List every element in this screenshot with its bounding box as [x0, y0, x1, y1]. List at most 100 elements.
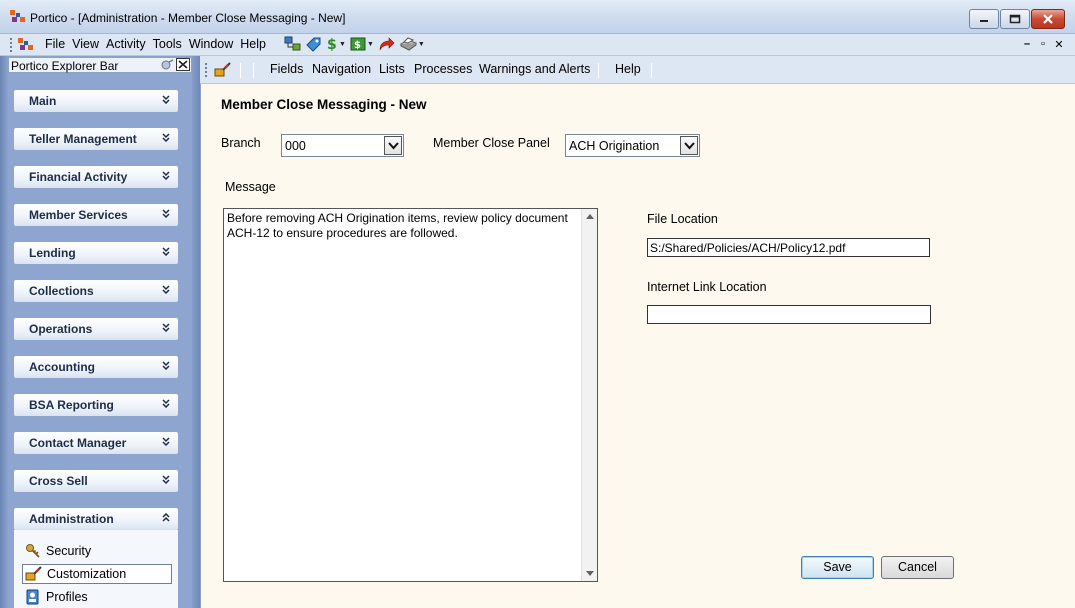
group-member-services[interactable]: Member Services: [14, 204, 178, 226]
mdi-restore-icon[interactable]: ▫: [1035, 38, 1051, 51]
cash-dropdown-icon[interactable]: ▼: [367, 41, 374, 48]
admin-item-label: Customization: [47, 567, 127, 581]
dollar-icon: $: [327, 37, 337, 52]
group-cross-sell[interactable]: Cross Sell: [14, 470, 178, 492]
admin-item-profiles[interactable]: Profiles: [22, 587, 172, 607]
chevron-double-down-icon: [162, 247, 170, 256]
chevron-double-down-icon: [162, 361, 170, 370]
redo-arrow-icon: [379, 37, 395, 51]
message-label: Message: [225, 180, 276, 194]
group-contact-manager[interactable]: Contact Manager: [14, 432, 178, 454]
workspace-toolbar: Fields Navigation Lists Processes Warnin…: [200, 56, 1075, 84]
toolbar-grip[interactable]: [205, 63, 208, 79]
portico-logo-icon: [10, 10, 25, 22]
menu-grip[interactable]: [10, 38, 13, 54]
internet-link-input[interactable]: [647, 305, 931, 324]
ws-menu-warnings-alerts[interactable]: Warnings and Alerts: [479, 62, 590, 76]
group-administration[interactable]: Administration: [14, 508, 178, 530]
group-main[interactable]: Main: [14, 90, 178, 112]
scroll-down-icon[interactable]: [586, 571, 594, 576]
branch-label: Branch: [221, 136, 261, 150]
menu-view[interactable]: View: [69, 37, 102, 52]
mdi-minimize-icon[interactable]: –: [1019, 38, 1035, 51]
menu-tools[interactable]: Tools: [150, 37, 185, 52]
pin-icon[interactable]: [160, 59, 174, 71]
member-close-panel-label: Member Close Panel: [433, 136, 550, 150]
group-lending[interactable]: Lending: [14, 242, 178, 264]
group-accounting[interactable]: Accounting: [14, 356, 178, 378]
ws-menu-processes[interactable]: Processes: [414, 62, 472, 76]
branch-value: 000: [285, 139, 306, 153]
scroll-up-icon[interactable]: [586, 214, 594, 219]
ws-menu-fields[interactable]: Fields: [270, 62, 303, 76]
chevron-double-down-icon: [162, 399, 170, 408]
admin-item-security[interactable]: Security: [22, 541, 172, 561]
close-icon: [1043, 14, 1053, 24]
menu-window[interactable]: Window: [186, 37, 236, 52]
group-label: BSA Reporting: [29, 398, 114, 412]
minimize-button[interactable]: [969, 9, 999, 29]
explorer-header: Portico Explorer Bar: [8, 57, 192, 73]
group-collections[interactable]: Collections: [14, 280, 178, 302]
admin-item-customization[interactable]: Customization: [22, 564, 172, 584]
group-label: Operations: [29, 322, 93, 336]
toolbar-separator: [598, 63, 599, 78]
group-label: Main: [29, 94, 57, 108]
maximize-button[interactable]: [1000, 9, 1030, 29]
explorer-close-button[interactable]: [176, 58, 190, 71]
explorer-bar: Portico Explorer Bar Main Teller Managem…: [0, 56, 200, 608]
menu-help[interactable]: Help: [237, 37, 269, 52]
member-close-panel-value: ACH Origination: [569, 139, 660, 153]
panel-dropdown-button[interactable]: [680, 136, 698, 155]
minimize-icon: [980, 20, 988, 22]
close-button[interactable]: [1031, 9, 1065, 29]
ws-menu-lists[interactable]: Lists: [379, 62, 405, 76]
cash-tool-button[interactable]: $ ▼: [350, 36, 374, 52]
print-tool-button[interactable]: ▼: [399, 36, 425, 52]
group-teller-management[interactable]: Teller Management: [14, 128, 178, 150]
paint-brush-icon[interactable]: [214, 62, 232, 78]
group-financial-activity[interactable]: Financial Activity: [14, 166, 178, 188]
cash-icon: $: [350, 37, 366, 51]
ws-menu-help[interactable]: Help: [615, 62, 641, 76]
chevron-down-icon: [684, 142, 695, 150]
menu-file[interactable]: File: [42, 37, 68, 52]
menu-activity[interactable]: Activity: [103, 37, 149, 52]
dollar-dropdown-icon[interactable]: ▼: [339, 41, 346, 48]
file-location-input[interactable]: S:/Shared/Policies/ACH/Policy12.pdf: [647, 238, 930, 257]
save-button[interactable]: Save: [801, 556, 874, 579]
branch-select[interactable]: 000: [281, 134, 404, 157]
toolbar-separator: [253, 63, 254, 78]
group-label: Financial Activity: [29, 170, 128, 184]
chevron-double-up-icon: [162, 513, 170, 522]
chevron-down-icon: [388, 142, 399, 150]
form-panel: Member Close Messaging - New Branch 000 …: [200, 84, 1075, 608]
ws-menu-navigation[interactable]: Navigation: [312, 62, 371, 76]
explorer-title: Portico Explorer Bar: [11, 59, 119, 73]
cancel-button[interactable]: Cancel: [881, 556, 954, 579]
group-label: Lending: [29, 246, 76, 260]
redo-tool-button[interactable]: [378, 36, 395, 52]
chevron-double-down-icon: [162, 209, 170, 218]
admin-item-label: Profiles: [46, 590, 88, 604]
message-scrollbar[interactable]: [581, 209, 597, 581]
group-label: Cross Sell: [29, 474, 88, 488]
chevron-double-down-icon: [162, 285, 170, 294]
dollar-tool-button[interactable]: $ ▼: [326, 36, 346, 52]
maximize-icon: [1009, 14, 1021, 24]
network-tool-button[interactable]: [284, 36, 301, 52]
print-dropdown-icon[interactable]: ▼: [418, 41, 425, 48]
mdi-controls: – ▫ ✕: [1019, 38, 1067, 51]
tag-tool-button[interactable]: [305, 36, 322, 52]
group-bsa-reporting[interactable]: BSA Reporting: [14, 394, 178, 416]
member-close-panel-select[interactable]: ACH Origination: [565, 134, 700, 157]
group-operations[interactable]: Operations: [14, 318, 178, 340]
group-label: Administration: [29, 512, 114, 526]
branch-dropdown-button[interactable]: [384, 136, 402, 155]
message-textarea[interactable]: Before removing ACH Origination items, r…: [223, 208, 598, 582]
chevron-double-down-icon: [162, 437, 170, 446]
close-icon: [178, 60, 188, 69]
mdi-close-icon[interactable]: ✕: [1051, 38, 1067, 51]
chevron-double-down-icon: [162, 133, 170, 142]
document-window-icon[interactable]: [18, 37, 34, 52]
